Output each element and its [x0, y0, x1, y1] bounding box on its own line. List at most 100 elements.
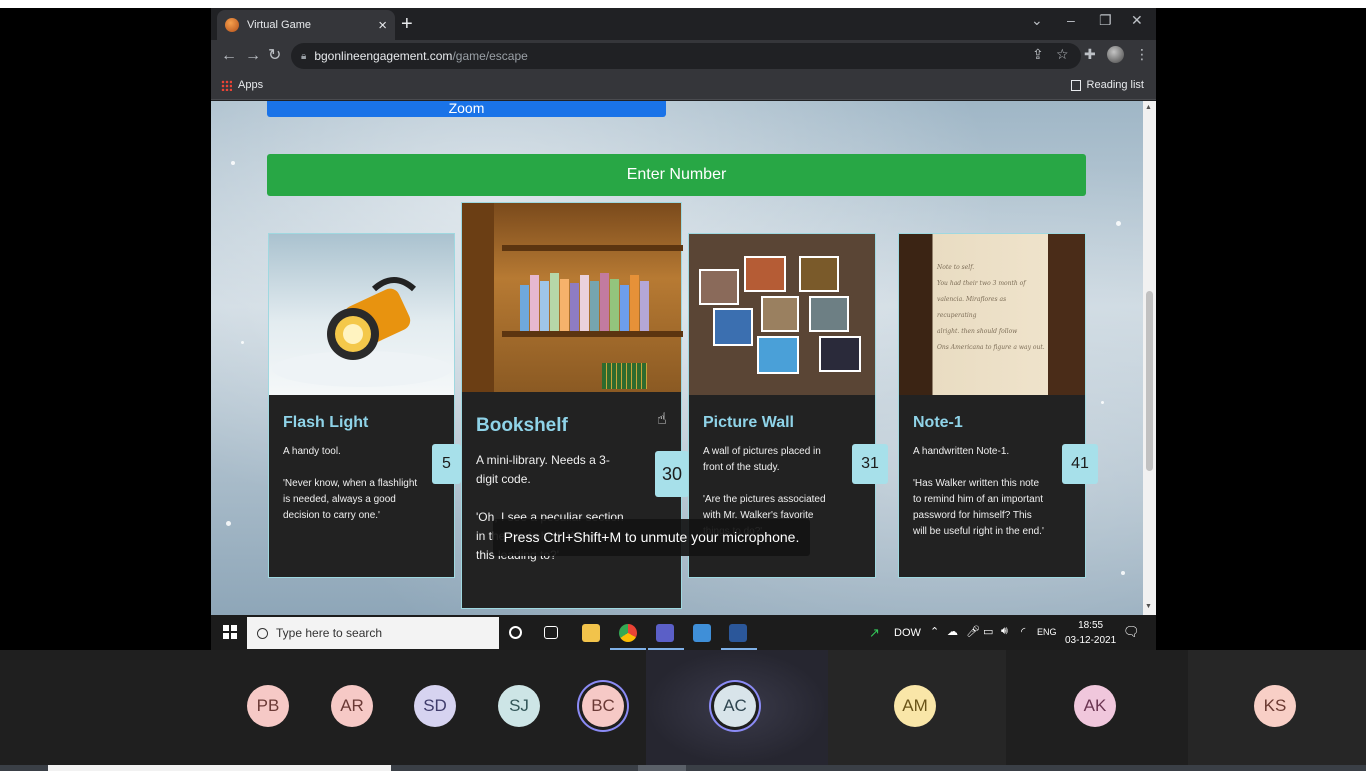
book	[550, 273, 559, 331]
card-number-badge: 31	[852, 444, 888, 484]
close-window-icon[interactable]: ✕	[1131, 12, 1143, 29]
note-handwriting: Note to self. You had their two 3 month …	[937, 260, 1047, 356]
cortana-icon[interactable]	[509, 626, 522, 639]
book	[530, 275, 539, 331]
onedrive-icon[interactable]: ☁︎	[947, 625, 958, 638]
participant-avatar-sd[interactable]: SD	[414, 685, 456, 727]
book	[620, 285, 629, 331]
teams-icon[interactable]	[656, 624, 674, 642]
wall-photo	[757, 336, 799, 374]
reading-list-label: Reading list	[1086, 79, 1144, 91]
battery-icon[interactable]: ▭	[983, 625, 993, 638]
windows-taskbar: Type here to search ↗ DOW ⌃ ☁︎ 🎤︎ ▭ 🔊︎ ◜…	[211, 615, 1156, 650]
book	[540, 281, 549, 331]
book-row	[520, 271, 660, 331]
clock-time: 18:55	[1078, 620, 1104, 631]
notifications-icon[interactable]: 🗨︎	[1123, 624, 1140, 640]
card-number-badge: 5	[432, 444, 461, 484]
card-flash-light[interactable]: Flash Light A handy tool. 'Never know, w…	[268, 233, 461, 578]
stock-label[interactable]: DOW	[894, 627, 921, 639]
new-tab-button[interactable]: +	[401, 13, 413, 35]
forward-icon[interactable]: →	[245, 46, 261, 66]
scroll-thumb[interactable]	[1146, 291, 1153, 471]
participant-avatar-pb[interactable]: PB	[247, 685, 289, 727]
taskbar-search[interactable]: Type here to search	[247, 617, 499, 649]
card-number-badge: 41	[1062, 444, 1098, 484]
participant-avatar-ks[interactable]: KS	[1254, 685, 1296, 727]
wall-photo	[809, 296, 849, 332]
microphone-icon[interactable]: 🎤︎	[966, 625, 980, 638]
tab-search-icon[interactable]: ⌄	[1031, 12, 1043, 29]
menu-icon[interactable]: ⋮	[1135, 46, 1149, 63]
show-hidden-icons[interactable]: ⌃	[930, 625, 939, 638]
extensions-icon[interactable]: ✚	[1084, 46, 1096, 63]
tab-close-icon[interactable]: ×	[378, 18, 387, 33]
reading-list-button[interactable]: Reading list	[1070, 79, 1144, 91]
book	[560, 279, 569, 331]
language-indicator[interactable]: ENG	[1037, 627, 1057, 637]
tab-virtual-game[interactable]: Virtual Game ×	[217, 10, 395, 40]
browser-toolbar: ← → ↻ 🔒︎ bgonlineengagement.com /game/es…	[211, 40, 1156, 72]
meeting-participant-bar: PB AR SD SJ BC AC AM AK KS	[0, 650, 1366, 765]
bookmark-star-icon[interactable]: ☆	[1056, 46, 1069, 63]
top-strip	[0, 0, 1366, 8]
book	[600, 273, 609, 331]
url-path: /game/escape	[452, 49, 528, 63]
wifi-icon[interactable]: ◜	[1021, 625, 1025, 638]
share-icon[interactable]: ⇪	[1032, 46, 1044, 63]
wall-photo	[761, 296, 799, 332]
card-title: Picture Wall	[703, 414, 794, 431]
maximize-icon[interactable]: ❐	[1099, 12, 1112, 29]
snowflake	[1101, 401, 1104, 404]
reload-icon[interactable]: ↻	[268, 46, 281, 66]
page-scrollbar[interactable]: ▲ ▼	[1143, 101, 1156, 615]
chrome-icon[interactable]	[619, 624, 637, 642]
task-view-icon[interactable]	[544, 626, 558, 639]
volume-icon[interactable]: 🔊︎	[1001, 625, 1008, 638]
scroll-up-icon[interactable]: ▲	[1145, 104, 1152, 111]
card-number-badge: 30	[655, 451, 689, 497]
snowflake	[1116, 221, 1121, 226]
participant-avatar-ar[interactable]: AR	[331, 685, 373, 727]
enter-number-button[interactable]: Enter Number	[267, 154, 1086, 196]
wall-photo	[744, 256, 786, 292]
snowflake	[226, 521, 231, 526]
apps-grid-icon	[221, 79, 232, 91]
participant-avatar-sj[interactable]: SJ	[498, 685, 540, 727]
screen: Virtual Game × + ⌄ – ❐ ✕ ← → ↻ 🔒︎ bgonli…	[0, 0, 1366, 771]
profile-avatar[interactable]	[1107, 46, 1124, 63]
snowflake	[231, 161, 235, 165]
participant-avatar-bc[interactable]: BC	[582, 685, 624, 727]
word-icon[interactable]	[729, 624, 747, 642]
unmute-toast: Press Ctrl+Shift+M to unmute your microp…	[493, 519, 810, 556]
taskbar-clock[interactable]: 18:55 03-12-2021	[1065, 618, 1116, 648]
address-bar[interactable]: 🔒︎ bgonlineengagement.com /game/escape	[291, 43, 1081, 69]
back-icon[interactable]: ←	[221, 46, 237, 66]
minimize-icon[interactable]: –	[1067, 12, 1075, 28]
book	[610, 279, 619, 331]
participant-avatar-ak[interactable]: AK	[1074, 685, 1116, 727]
card-description: A handwritten Note-1. 'Has Walker writte…	[913, 446, 1044, 537]
note-line: alright. then should follow	[937, 328, 1018, 335]
file-explorer-icon[interactable]	[582, 624, 600, 642]
windows-start-icon[interactable]	[223, 625, 237, 639]
apps-shortcut[interactable]: Apps	[221, 79, 263, 91]
flashlight-image	[269, 234, 454, 395]
note-line: valencia. Miraflores as recuperating	[937, 296, 1007, 319]
book	[580, 275, 589, 331]
tab-title: Virtual Game	[247, 19, 311, 31]
participant-avatar-am[interactable]: AM	[894, 685, 936, 727]
book	[590, 281, 599, 331]
snowflake	[1121, 571, 1125, 575]
bookmarks-bar: Apps Reading list	[211, 72, 1156, 100]
card-note-1[interactable]: Note to self. You had their two 3 month …	[898, 233, 1098, 578]
tab-bar: Virtual Game × + ⌄ – ❐ ✕	[211, 8, 1156, 40]
lock-icon: 🔒︎	[301, 50, 307, 62]
participant-avatar-ac[interactable]: AC	[714, 685, 756, 727]
scroll-down-icon[interactable]: ▼	[1145, 603, 1152, 610]
search-placeholder: Type here to search	[276, 626, 383, 640]
wall-photo	[699, 269, 739, 305]
zoom-button[interactable]: Zoom	[267, 101, 666, 117]
book	[630, 275, 639, 331]
mail-icon[interactable]	[693, 624, 711, 642]
